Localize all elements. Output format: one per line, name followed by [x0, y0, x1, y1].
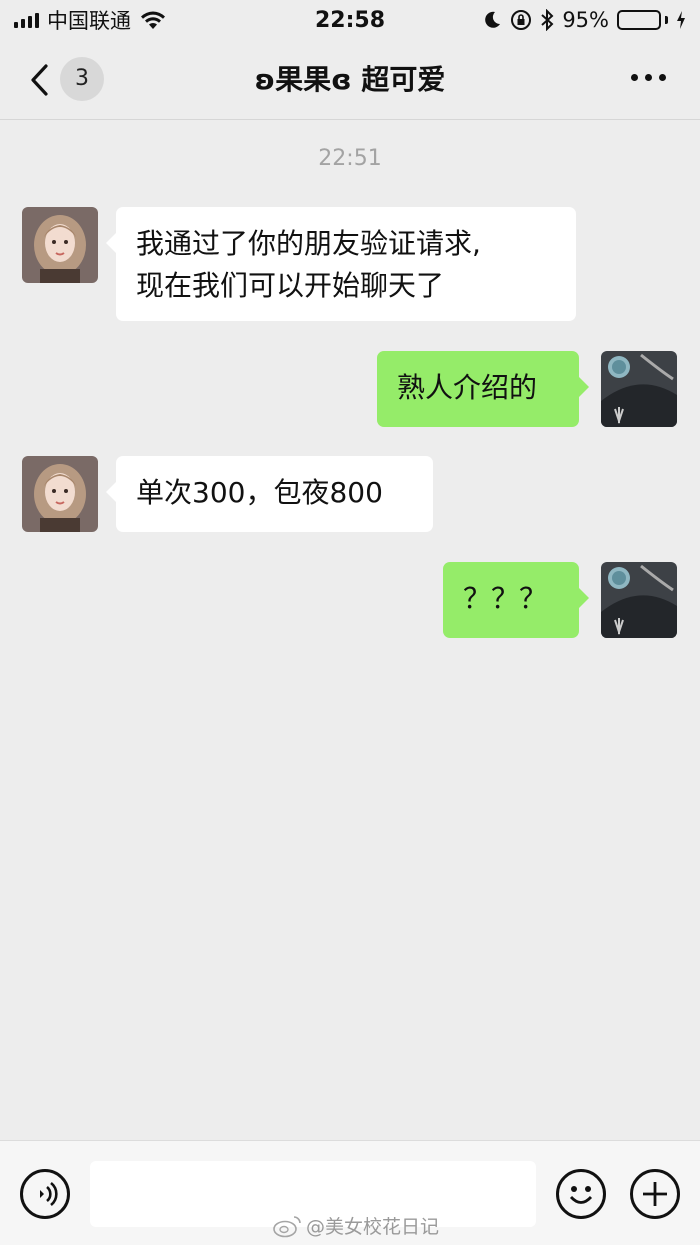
message-timestamp: 22:51	[318, 146, 382, 171]
emoji-icon[interactable]	[556, 1169, 606, 1219]
message-text: 单次300，包夜800	[136, 476, 383, 509]
unread-count-badge[interactable]: 3	[60, 57, 104, 101]
contact-avatar[interactable]	[22, 207, 98, 283]
voice-icon[interactable]	[20, 1169, 70, 1219]
message-line: 我通过了你的朋友验证请求,	[136, 227, 481, 260]
carrier-label: 中国联通	[47, 9, 131, 33]
more-dots-icon[interactable]	[631, 74, 666, 81]
bluetooth-icon	[541, 9, 554, 31]
moon-icon	[485, 11, 501, 28]
wifi-icon	[141, 11, 165, 29]
rotation-lock-icon	[511, 10, 532, 30]
outgoing-message-bubble[interactable]: 熟人介绍的	[377, 351, 589, 427]
charging-icon	[677, 11, 685, 29]
my-avatar[interactable]	[601, 562, 677, 638]
message-text: 熟人介绍的	[397, 371, 538, 404]
chat-nav-bar: 3 ʚ果果ɞ 超可爱	[0, 40, 700, 120]
weibo-icon	[273, 1215, 301, 1237]
incoming-message-bubble[interactable]: 单次300，包夜800	[106, 456, 433, 532]
chat-title: ʚ果果ɞ 超可爱	[254, 63, 446, 96]
incoming-message-bubble[interactable]: 我通过了你的朋友验证请求, 现在我们可以开始聊天了	[106, 207, 576, 321]
contact-avatar[interactable]	[22, 456, 98, 532]
outgoing-message-bubble[interactable]: ？？？	[443, 562, 589, 638]
chevron-left-icon[interactable]	[26, 60, 56, 100]
my-avatar[interactable]	[601, 351, 677, 427]
signal-icon	[14, 12, 39, 28]
battery-icon	[617, 10, 668, 30]
message-text: ？？？	[463, 582, 548, 615]
message-line: 现在我们可以开始聊天了	[136, 269, 445, 302]
status-bar: 中国联通 22:58 95%	[0, 0, 700, 40]
watermark-text: @美女校花日记	[306, 1216, 440, 1238]
plus-icon[interactable]	[630, 1169, 680, 1219]
watermark: @美女校花日记	[272, 1212, 439, 1239]
battery-percent: 95%	[562, 8, 609, 32]
